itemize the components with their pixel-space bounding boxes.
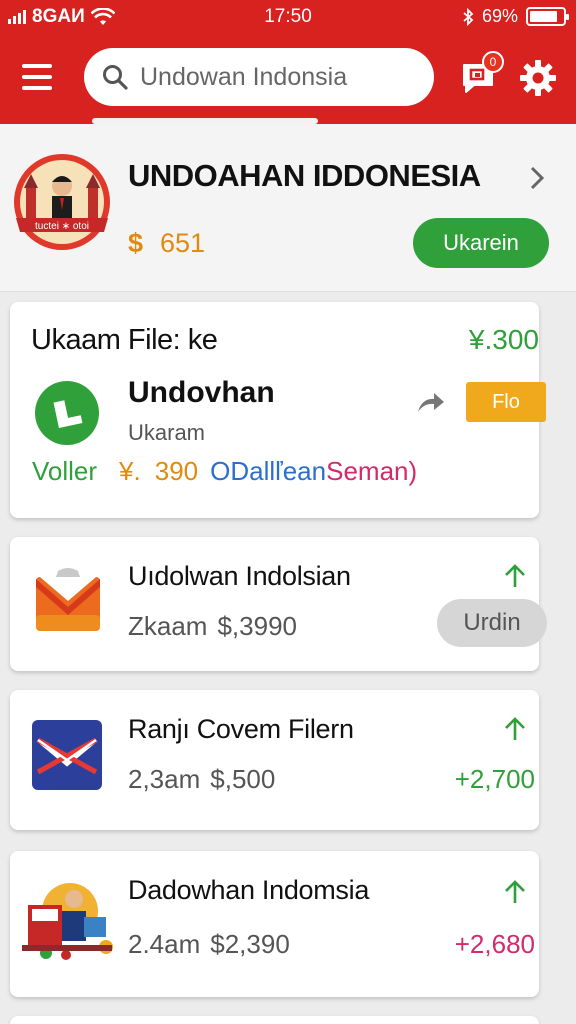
item-price: $,500 — [210, 764, 276, 794]
chevron-right-icon[interactable] — [528, 164, 546, 192]
shop-illustration-icon — [22, 883, 113, 960]
item-title: Dadowhan Indomsia — [128, 875, 370, 905]
featured-amount: ¥.300 — [468, 324, 539, 355]
item-time: Zkaam — [128, 611, 208, 641]
search-input[interactable] — [140, 62, 410, 92]
battery-percent: 69% — [481, 6, 518, 26]
item-title: Ranjı Covem Filern — [128, 714, 354, 744]
featured-action-button[interactable]: Flo — [466, 382, 546, 422]
notification-badge: 0 — [482, 51, 504, 73]
arrow-up-icon — [505, 564, 525, 587]
coin-icon: $ — [128, 228, 144, 258]
item-amount: +2,680 — [454, 929, 535, 959]
item-amount: +2,700 — [454, 764, 535, 794]
item-meta: Zkaam $,3990 — [128, 611, 297, 642]
menu-button[interactable] — [22, 64, 58, 94]
profile-section[interactable]: tuctei ∗ otoi UNDOAHAN IDDONESIA $ 651 U… — [0, 124, 576, 292]
footer-status: Voller — [32, 456, 98, 486]
notification-button[interactable]: 0 — [460, 51, 504, 99]
balance-value: 651 — [160, 228, 206, 258]
brand-logo: tuctei ∗ otoi — [14, 154, 110, 250]
logo-text: tuctei ∗ otoi — [35, 221, 89, 232]
status-bar: 8GAИ 17:50 69% — [0, 0, 576, 34]
item-meta: 2.4am $2,390 — [128, 929, 290, 960]
settings-button[interactable] — [518, 58, 558, 98]
footer-link[interactable]: ODallľean — [210, 456, 326, 486]
search-icon — [103, 65, 128, 90]
arrow-up-icon — [505, 880, 525, 903]
item-title: Uıdolwan Indolsian — [128, 561, 351, 591]
profile-action-button[interactable]: Ukarein — [413, 218, 549, 268]
search-bar[interactable] — [84, 48, 434, 106]
featured-heading: Ukaam File: ke — [31, 324, 218, 356]
item-action-button[interactable]: Urdin — [437, 599, 547, 647]
featured-title: Undovhan — [128, 376, 275, 409]
battery-icon — [526, 7, 569, 26]
list-item[interactable]: Dadowhan Indomsia 2.4am $2,390 +2,680 — [10, 851, 539, 997]
mail-envelope-icon — [36, 568, 100, 631]
list-item[interactable]: Ranjı Covem Filern 2,3am $,500 +2,700 — [10, 690, 539, 830]
item-time: 2.4am — [128, 929, 201, 959]
item-time: 2,3am — [128, 764, 201, 794]
app-header: 0 — [0, 34, 576, 124]
item-price: $,3990 — [217, 611, 297, 641]
featured-footer: Voller ¥. 390 ODallľeanSeman) — [32, 456, 417, 487]
profile-name: UNDOAHAN IDDONESIA — [128, 158, 481, 193]
bluetooth-icon — [463, 7, 474, 26]
footer-tag: Seman) — [326, 456, 418, 486]
arrow-up-icon — [505, 717, 525, 740]
file-badge-icon — [35, 381, 99, 445]
featured-card[interactable]: Ukaam File: ke ¥.300 Undovhan Ukaram Flo… — [10, 302, 546, 518]
footer-value: 390 — [154, 456, 199, 486]
gear-icon — [520, 60, 556, 96]
item-meta: 2,3am $,500 — [128, 764, 275, 795]
list-item[interactable]: Uıdolwan Indolsian Zkaam $,3990 Urdin — [10, 537, 547, 671]
mail-flag-icon — [32, 720, 102, 790]
share-arrow-icon[interactable] — [416, 390, 446, 414]
item-price: $2,390 — [210, 929, 290, 959]
list-item-partial — [10, 1016, 539, 1024]
featured-subtitle: Ukaram — [128, 420, 206, 445]
footer-currency: ¥. — [119, 456, 141, 486]
